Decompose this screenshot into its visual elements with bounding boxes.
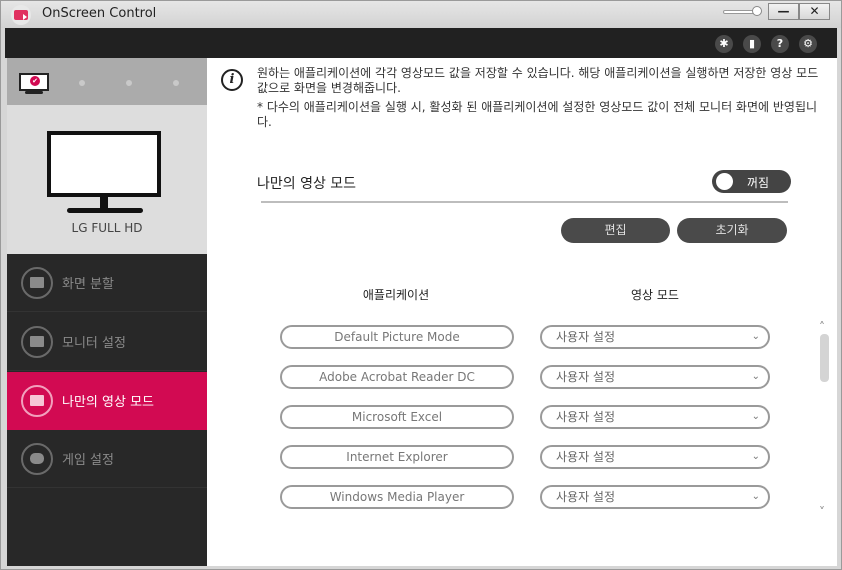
close-button[interactable]: ✕ bbox=[799, 3, 830, 20]
minimize-button[interactable]: — bbox=[768, 3, 799, 20]
toggle-state-label: 꺼짐 bbox=[747, 176, 770, 190]
monitor-slot-dot[interactable] bbox=[126, 80, 132, 86]
table-row: Adobe Acrobat Reader DC 사용자 설정 ⌄ bbox=[207, 365, 807, 391]
picture-mode-select[interactable]: 사용자 설정 ⌄ bbox=[540, 405, 770, 429]
monitor-settings-icon bbox=[30, 336, 44, 347]
picture-mode-select[interactable]: 사용자 설정 ⌄ bbox=[540, 445, 770, 469]
table-row: Internet Explorer 사용자 설정 ⌄ bbox=[207, 445, 807, 471]
application-name[interactable]: Default Picture Mode bbox=[280, 325, 514, 349]
chevron-down-icon: ⌄ bbox=[751, 331, 760, 342]
sidebar: ✔ LG FULL HD 화면 분할 모니터 설정 나만의 영상 모드 게임 설… bbox=[7, 58, 207, 566]
application-name[interactable]: Microsoft Excel bbox=[280, 405, 514, 429]
info-note: * 다수의 애플리케이션을 실행 시, 활성화 된 애플리케이션에 설정한 영상… bbox=[257, 100, 818, 129]
sidebar-item-screen-split[interactable]: 화면 분할 bbox=[7, 254, 207, 312]
app-logo-icon bbox=[11, 5, 31, 25]
sidebar-item-game-settings[interactable]: 게임 설정 bbox=[7, 430, 207, 488]
sidebar-item-label: 게임 설정 bbox=[62, 453, 114, 468]
window-title: OnScreen Control bbox=[42, 6, 157, 21]
select-value: 사용자 설정 bbox=[556, 370, 616, 384]
select-value: 사용자 설정 bbox=[556, 490, 616, 504]
title-bar[interactable]: OnScreen Control — ✕ bbox=[1, 1, 841, 28]
screen-icon[interactable]: ▮ bbox=[743, 35, 761, 53]
application-name[interactable]: Windows Media Player bbox=[280, 485, 514, 509]
table-row: Windows Media Player 사용자 설정 ⌄ bbox=[207, 485, 807, 511]
my-picture-mode-icon bbox=[30, 395, 44, 406]
scrollbar-thumb[interactable] bbox=[820, 334, 829, 382]
monitor-stand-icon bbox=[25, 91, 43, 94]
toggle-knob bbox=[716, 173, 733, 190]
picture-mode-select[interactable]: 사용자 설정 ⌄ bbox=[540, 365, 770, 389]
column-header-picture-mode: 영상 모드 bbox=[631, 288, 679, 302]
monitor-selector: ✔ bbox=[7, 58, 207, 105]
cursor-icon[interactable]: ✱ bbox=[715, 35, 733, 53]
select-value: 사용자 설정 bbox=[556, 410, 616, 424]
reset-button[interactable]: 초기화 bbox=[677, 218, 787, 243]
chevron-down-icon: ⌄ bbox=[751, 451, 760, 462]
help-icon[interactable]: ? bbox=[771, 35, 789, 53]
monitor-name: LG FULL HD bbox=[71, 221, 143, 235]
sidebar-item-label: 화면 분할 bbox=[62, 277, 114, 292]
settings-icon[interactable]: ⚙ bbox=[799, 35, 817, 53]
selected-monitor-icon[interactable]: ✔ bbox=[19, 73, 49, 91]
select-value: 사용자 설정 bbox=[556, 450, 616, 464]
chevron-down-icon: ⌄ bbox=[751, 411, 760, 422]
table-row: Microsoft Excel 사용자 설정 ⌄ bbox=[207, 405, 807, 431]
opacity-slider-handle[interactable] bbox=[752, 6, 762, 16]
application-name[interactable]: Adobe Acrobat Reader DC bbox=[280, 365, 514, 389]
divider bbox=[261, 201, 788, 203]
monitor-slot-dot[interactable] bbox=[79, 80, 85, 86]
scroll-down-icon[interactable]: ˅ bbox=[819, 505, 825, 519]
monitor-preview: LG FULL HD bbox=[7, 105, 207, 254]
gamepad-icon bbox=[30, 453, 44, 464]
table-row: Default Picture Mode 사용자 설정 ⌄ bbox=[207, 325, 807, 351]
sidebar-item-label: 나만의 영상 모드 bbox=[62, 395, 154, 410]
monitor-base bbox=[67, 208, 143, 213]
sidebar-item-my-picture-mode[interactable]: 나만의 영상 모드 bbox=[7, 372, 207, 430]
info-icon: i bbox=[221, 69, 243, 91]
info-line: 원하는 애플리케이션에 각각 영상모드 값을 저장할 수 있습니다. 해당 애플… bbox=[257, 66, 819, 95]
sidebar-item-monitor-settings[interactable]: 모니터 설정 bbox=[7, 313, 207, 371]
sidebar-item-label: 모니터 설정 bbox=[62, 336, 126, 351]
monitor-slot-dot[interactable] bbox=[173, 80, 179, 86]
select-value: 사용자 설정 bbox=[556, 330, 616, 344]
scroll-up-icon[interactable]: ˄ bbox=[819, 320, 825, 334]
top-toolbar: ✱ ▮ ? ⚙ bbox=[5, 28, 837, 58]
app-window: OnScreen Control — ✕ ✱ ▮ ? ⚙ ✔ LG FULL H… bbox=[0, 0, 842, 570]
chevron-down-icon: ⌄ bbox=[751, 371, 760, 382]
section-title: 나만의 영상 모드 bbox=[257, 176, 357, 192]
edit-button[interactable]: 편집 bbox=[561, 218, 670, 243]
my-picture-mode-toggle[interactable]: 꺼짐 bbox=[712, 170, 791, 193]
main-content: i 원하는 애플리케이션에 각각 영상모드 값을 저장할 수 있습니다. 해당 … bbox=[207, 58, 837, 566]
chevron-down-icon: ⌄ bbox=[751, 491, 760, 502]
split-screen-icon bbox=[30, 277, 44, 288]
picture-mode-select[interactable]: 사용자 설정 ⌄ bbox=[540, 325, 770, 349]
picture-mode-select[interactable]: 사용자 설정 ⌄ bbox=[540, 485, 770, 509]
column-header-application: 애플리케이션 bbox=[362, 288, 430, 302]
info-description: 원하는 애플리케이션에 각각 영상모드 값을 저장할 수 있습니다. 해당 애플… bbox=[257, 66, 827, 134]
monitor-icon bbox=[47, 131, 161, 197]
check-icon: ✔ bbox=[30, 76, 40, 86]
application-name[interactable]: Internet Explorer bbox=[280, 445, 514, 469]
